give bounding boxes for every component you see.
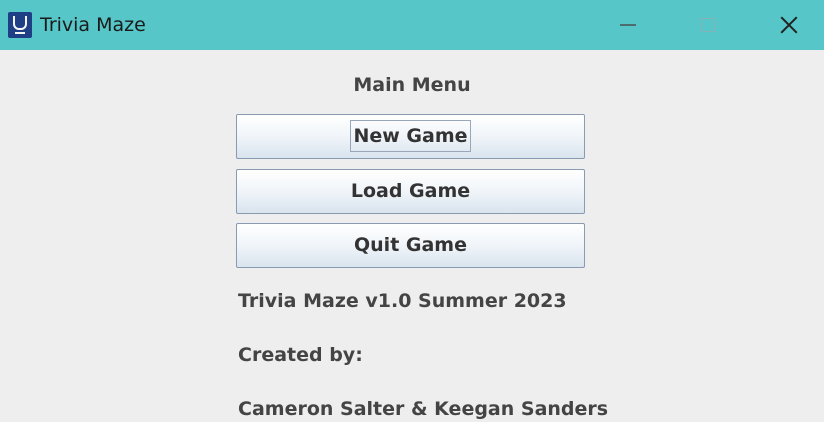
new-game-label: New Game — [350, 120, 471, 152]
authors-text: Cameron Salter & Keegan Sanders — [238, 398, 609, 420]
minimize-button[interactable] — [588, 0, 668, 50]
menu-title: Main Menu — [353, 74, 471, 96]
close-icon — [780, 16, 798, 34]
load-game-button[interactable]: Load Game — [236, 169, 585, 214]
trophy-cup-shape — [13, 16, 27, 30]
version-text: Trivia Maze v1.0 Summer 2023 — [238, 290, 567, 312]
title-bar[interactable]: Trivia Maze — [0, 0, 824, 50]
app-icon — [8, 12, 32, 38]
window-title: Trivia Maze — [40, 14, 146, 36]
trophy-base-shape — [15, 32, 25, 34]
maximize-icon — [701, 18, 715, 32]
new-game-button[interactable]: New Game — [236, 114, 585, 159]
created-by-label: Created by: — [238, 344, 363, 366]
quit-game-button[interactable]: Quit Game — [236, 223, 585, 268]
close-button[interactable] — [748, 0, 824, 50]
maximize-button[interactable] — [668, 0, 748, 50]
minimize-icon — [620, 24, 636, 26]
app-window: Trivia Maze Main Menu New Game Load Game… — [0, 0, 824, 422]
